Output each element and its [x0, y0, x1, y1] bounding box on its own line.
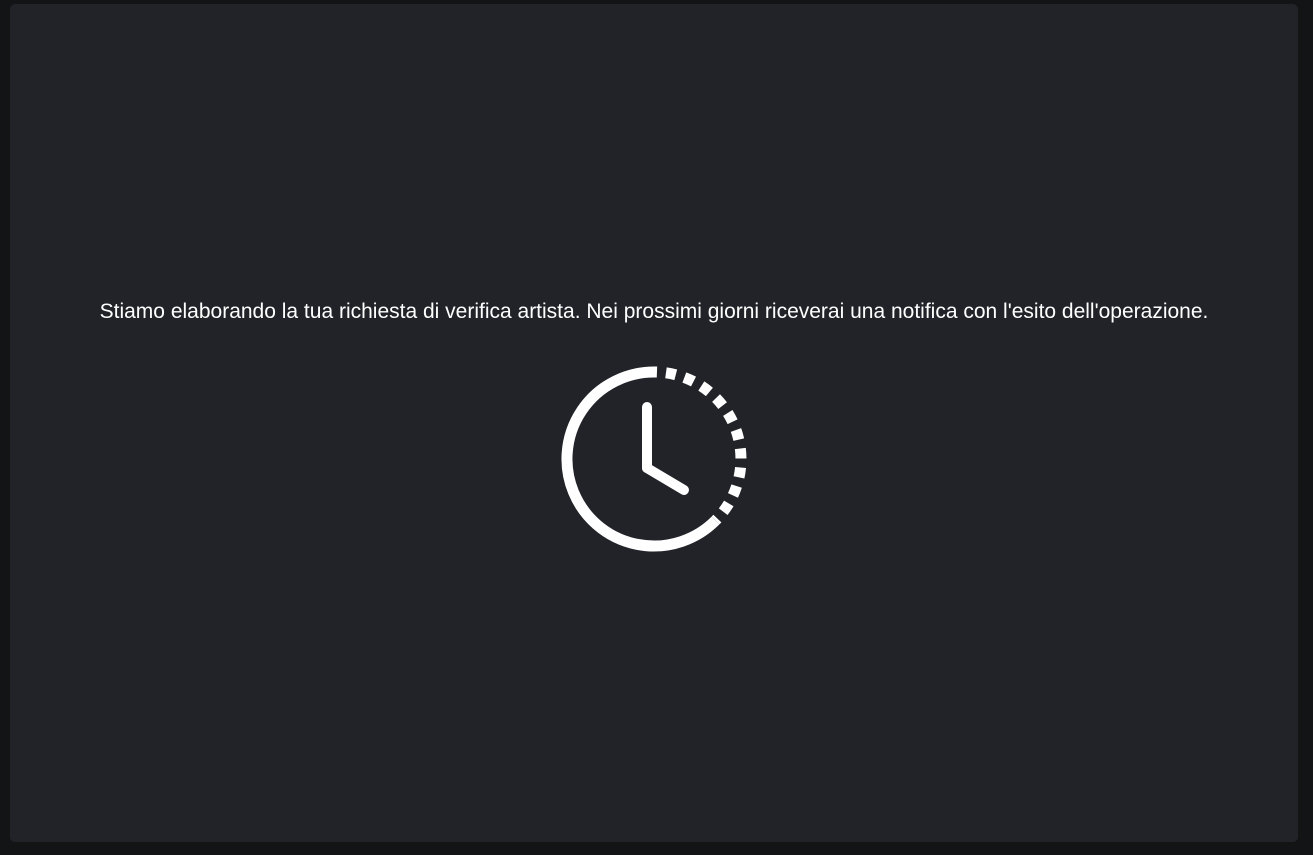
clock-dashed-arc: [653, 366, 747, 525]
clock-solid-arc: [561, 366, 720, 552]
pending-clock-icon-svg: [561, 366, 747, 552]
verification-pending-message: Stiamo elaborando la tua richiesta di ve…: [99, 300, 1209, 323]
pending-clock-icon: [561, 366, 747, 552]
verification-status-panel: Stiamo elaborando la tua richiesta di ve…: [10, 4, 1298, 842]
clock-minute-hand: [642, 463, 689, 495]
status-content: Stiamo elaborando la tua richiesta di ve…: [10, 296, 1298, 552]
